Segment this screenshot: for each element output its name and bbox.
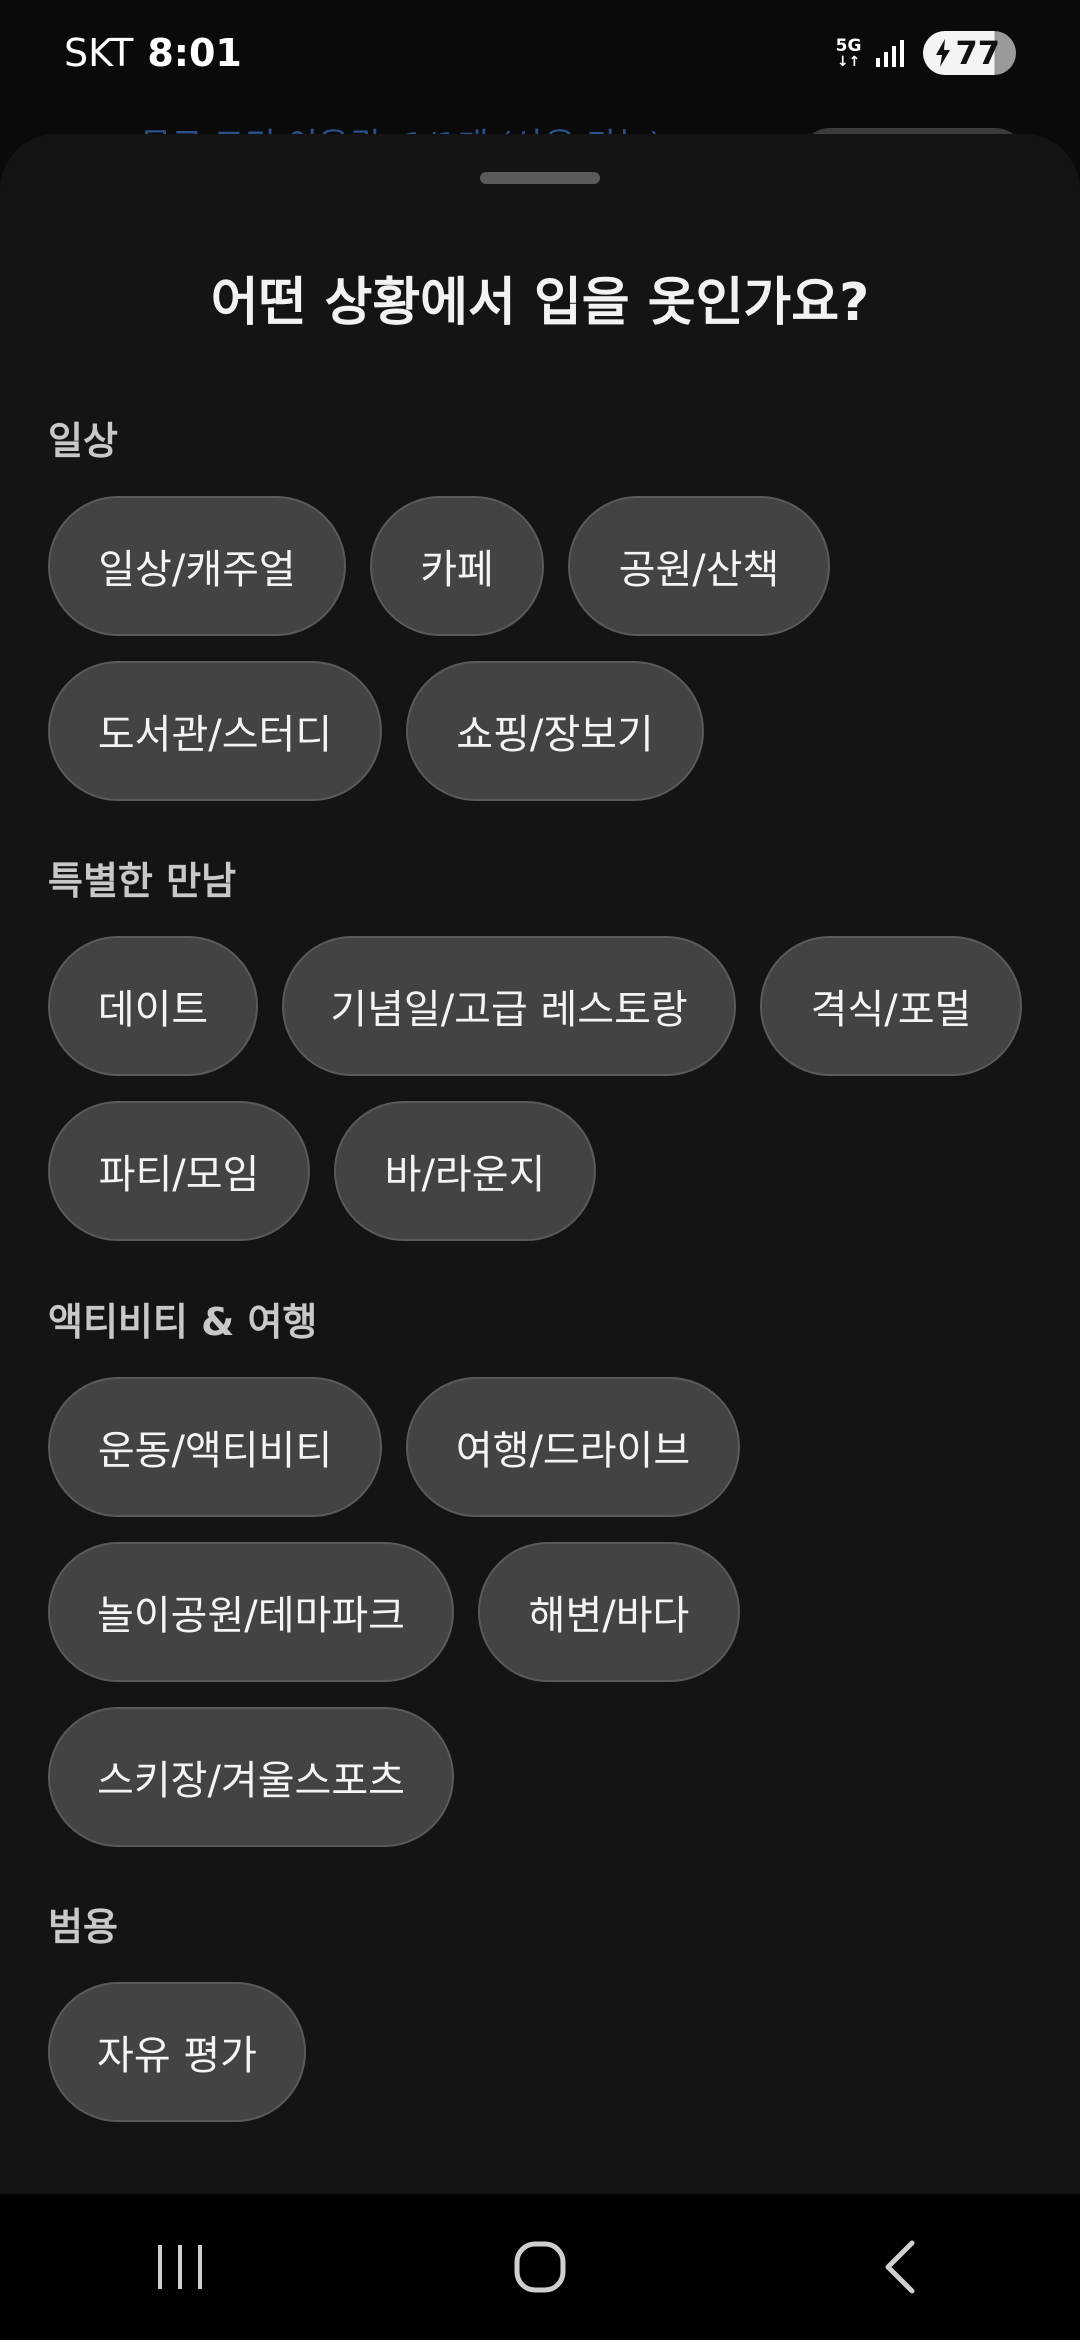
home-icon [514,2241,566,2293]
section-label-general: 범용 [48,1905,118,1949]
carrier-label: SKT [64,31,134,75]
data-arrows-icon: ↓↑ [836,54,861,70]
chip-shopping[interactable]: 쇼핑/장보기 [406,661,704,801]
chip-bar-lounge[interactable]: 바/라운지 [334,1101,596,1241]
chip-cafe[interactable]: 카페 [370,496,544,636]
section-label-daily: 일상 [48,419,118,463]
network-5g-icon: 5G ↓↑ [836,37,862,69]
chip-park-walk[interactable]: 공원/산책 [568,496,830,636]
chip-daily-casual[interactable]: 일상/캐주얼 [48,496,346,636]
chip-free-evaluation[interactable]: 자유 평가 [48,1982,306,2122]
chip-exercise[interactable]: 운동/액티비티 [48,1377,382,1517]
charging-bolt-icon [936,39,951,67]
chip-formal[interactable]: 격식/포멀 [760,936,1022,1076]
chip-beach[interactable]: 해변/바다 [478,1542,740,1682]
status-bar: SKT 8:01 5G ↓↑ 77 [0,0,1080,106]
chip-date[interactable]: 데이트 [48,936,258,1076]
network-type: 5G [835,36,862,56]
section-label-special: 특별한 만남 [48,859,237,903]
back-button[interactable] [840,2217,960,2317]
screen: SKT 8:01 5G ↓↑ 77 무료 코디 이용권: 1/1개 (사용 가 [0,0,1080,2340]
chip-anniversary-restaurant[interactable]: 기념일/고급 레스토랑 [282,936,736,1076]
battery-indicator: 77 [923,31,1016,75]
chip-party[interactable]: 파티/모임 [48,1101,310,1241]
section-label-activity: 액티비티 & 여행 [48,1300,318,1344]
sheet-title: 어떤 상황에서 입을 옷인가요? [210,273,870,333]
chip-library-study[interactable]: 도서관/스터디 [48,661,382,801]
home-button[interactable] [480,2217,600,2317]
status-right: 5G ↓↑ 77 [836,31,1016,75]
signal-icon [876,40,905,67]
chip-ski-winter[interactable]: 스키장/겨울스포츠 [48,1707,454,1847]
chip-theme-park[interactable]: 놀이공원/테마파크 [48,1542,454,1682]
battery-level: 77 [955,34,1000,72]
recent-apps-icon [158,2245,202,2289]
status-left: SKT 8:01 [64,31,242,75]
navigation-bar [0,2194,1080,2340]
clock: 8:01 [147,31,242,75]
recent-apps-button[interactable] [120,2217,240,2317]
back-icon [885,2240,915,2294]
chip-travel-drive[interactable]: 여행/드라이브 [406,1377,740,1517]
sheet-drag-handle[interactable] [480,172,600,184]
bottom-sheet: 어떤 상황에서 입을 옷인가요? 일상 일상/캐주얼 카페 공원/산책 도서관/… [0,134,1080,2194]
